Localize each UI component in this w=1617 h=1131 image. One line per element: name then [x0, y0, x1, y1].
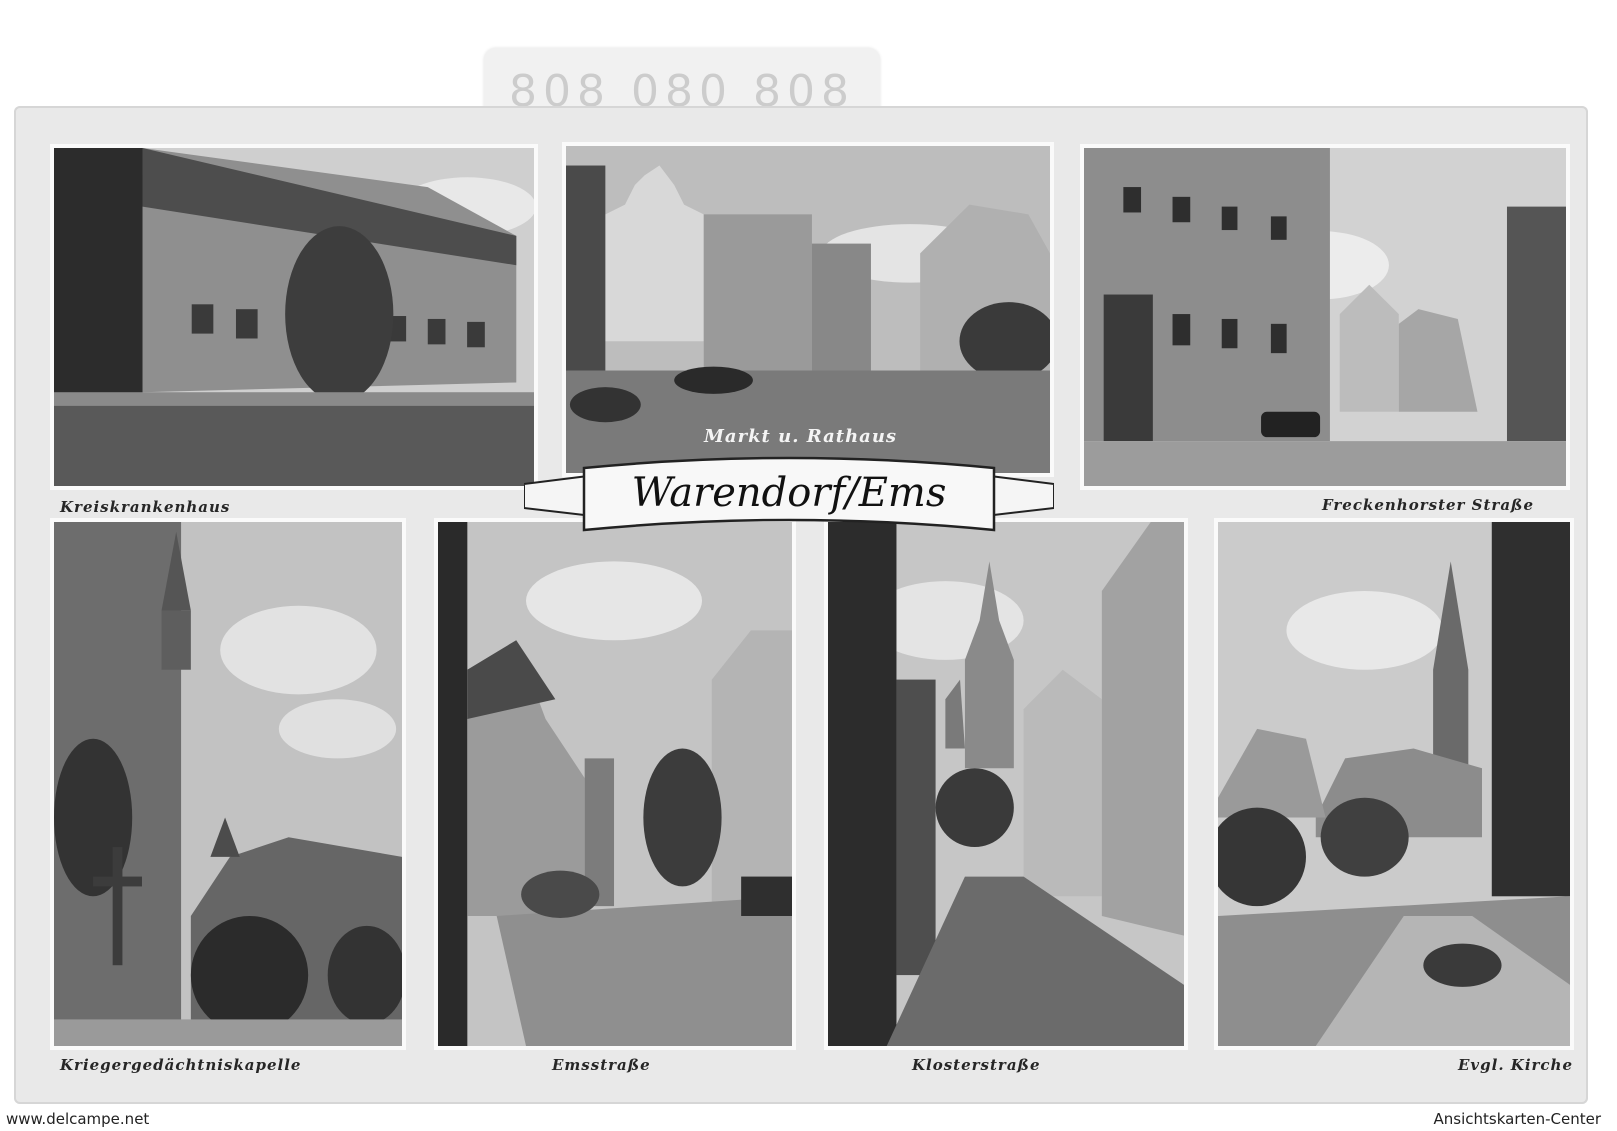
banner-title: Warendorf/Ems — [631, 470, 947, 516]
caption-kreiskrankenhaus: Kreiskrankenhaus — [60, 498, 231, 516]
footer-delcampe: www.delcampe.net — [6, 1110, 150, 1128]
caption-kriegergedaechtniskapelle: Kriegergedächtniskapelle — [60, 1056, 302, 1074]
photo-klosterstrasse — [824, 518, 1188, 1050]
caption-emsstrasse: Emsstraße — [552, 1056, 651, 1074]
caption-klosterstrasse: Klosterstraße — [912, 1056, 1041, 1074]
photo-freckenhorster-strasse — [1080, 144, 1570, 490]
photo-emsstrasse — [434, 518, 796, 1050]
photo-kriegergedaechtniskapelle — [50, 518, 406, 1050]
title-banner: Warendorf/Ems — [523, 456, 1055, 546]
footer-ansichtskarten-center: Ansichtskarten-Center — [1433, 1110, 1602, 1128]
photo-kreiskrankenhaus — [50, 144, 538, 490]
caption-evgl-kirche: Evgl. Kirche — [1458, 1056, 1574, 1074]
caption-freckenhorster-strasse: Freckenhorster Straße — [1322, 496, 1534, 514]
photo-evgl-kirche — [1214, 518, 1574, 1050]
caption-markt-rathaus: Markt u. Rathaus — [704, 426, 898, 447]
